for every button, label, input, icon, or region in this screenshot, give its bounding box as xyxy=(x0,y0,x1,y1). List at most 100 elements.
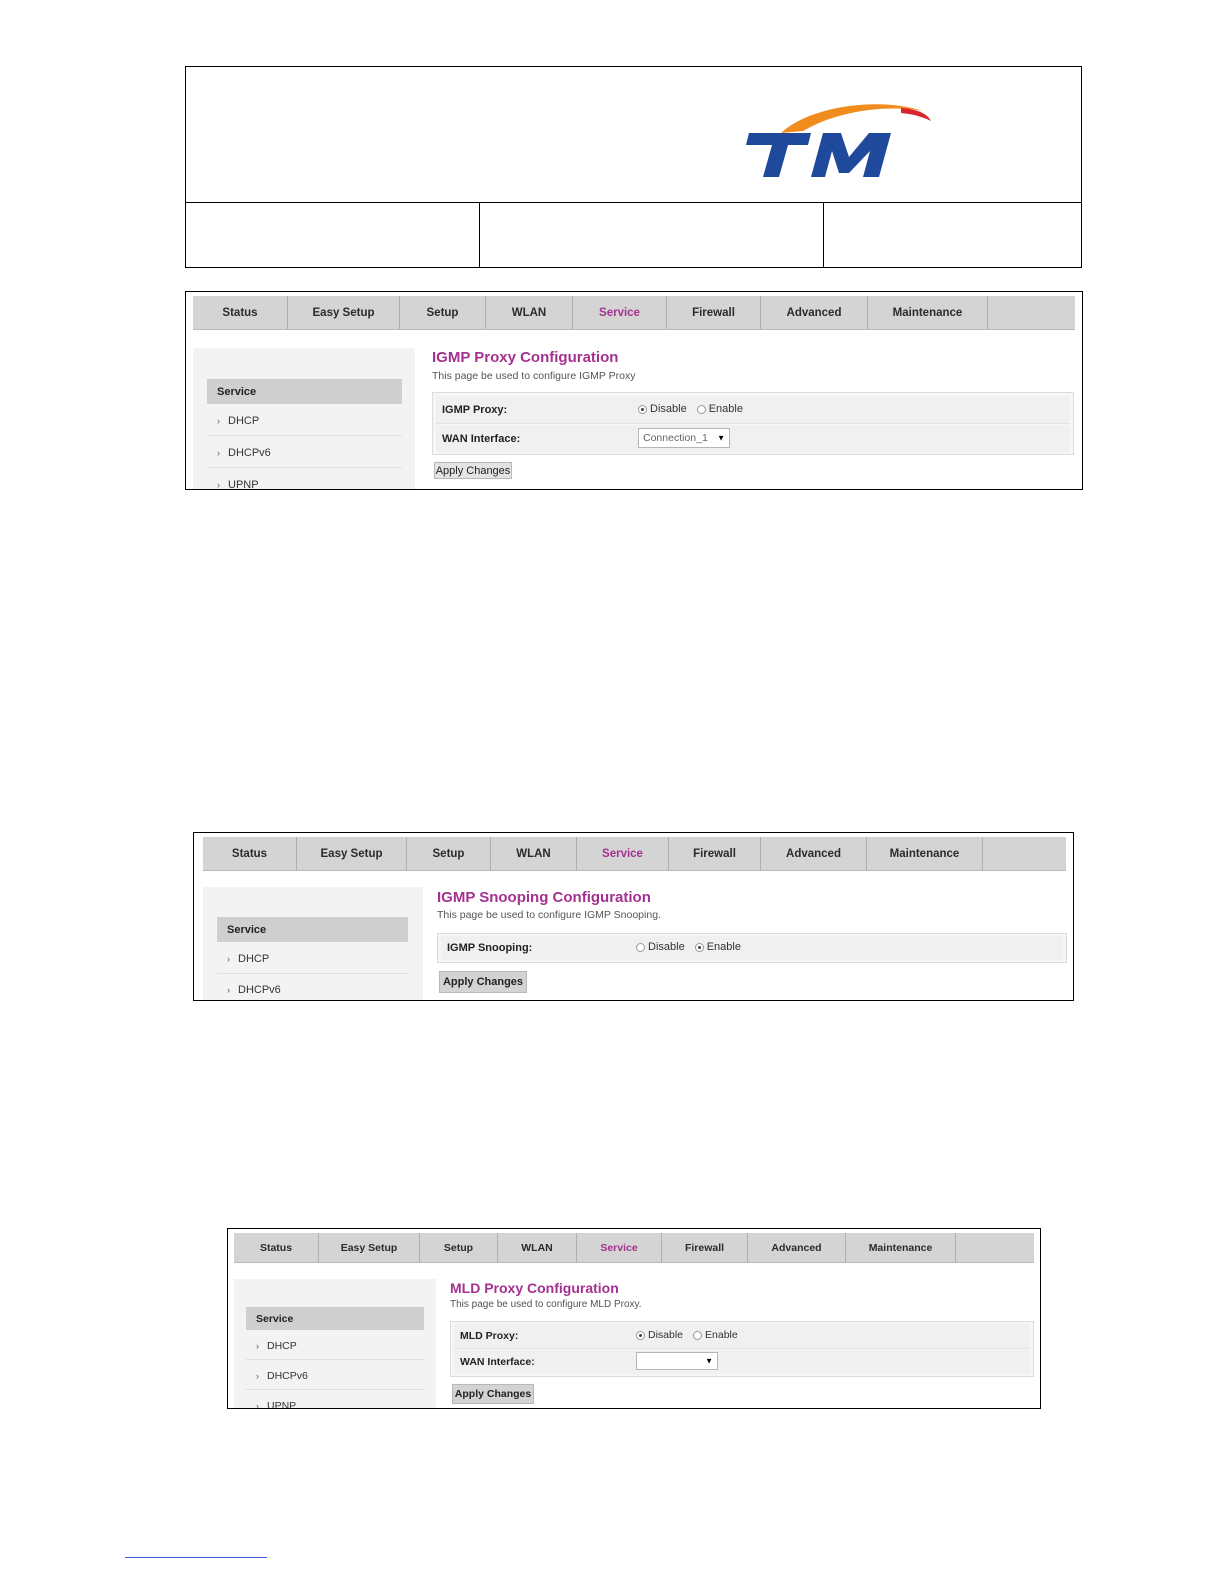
disable-label: Disable xyxy=(648,941,685,953)
enable-radio[interactable] xyxy=(693,1330,703,1340)
sidebar-item-label: UPNP xyxy=(228,479,259,490)
chevron-right-icon: › xyxy=(227,985,230,995)
sidebar-item-upnp[interactable]: › UPNP xyxy=(207,470,402,490)
mld-proxy-row: MLD Proxy: Disable Enable xyxy=(454,1324,1030,1349)
nav-easy-setup[interactable]: Easy Setup xyxy=(288,296,400,329)
nav-wlan[interactable]: WLAN xyxy=(498,1233,577,1262)
sidebar-item-dhcpv6[interactable]: › DHCPv6 xyxy=(207,438,402,468)
igmp-snooping-label: IGMP Snooping: xyxy=(447,942,533,954)
page-title: MLD Proxy Configuration xyxy=(450,1280,619,1296)
wan-interface-select[interactable]: Connection_1 ▼ xyxy=(638,428,730,448)
sidebar-item-dhcp[interactable]: › DHCP xyxy=(207,406,402,436)
enable-label: Enable xyxy=(706,941,741,953)
chevron-right-icon: › xyxy=(217,447,220,458)
page-description: This page be used to configure IGMP Snoo… xyxy=(437,909,661,921)
nav-advanced[interactable]: Advanced xyxy=(761,296,868,329)
chevron-right-icon: › xyxy=(227,953,230,964)
sidebar-item-label: DHCPv6 xyxy=(228,446,271,459)
config-form: IGMP Proxy: Disable Enable WAN Interface… xyxy=(432,392,1074,455)
enable-label: Enable xyxy=(708,403,743,415)
chevron-right-icon: › xyxy=(217,415,220,426)
top-nav: Status Easy Setup Setup WLAN Service Fir… xyxy=(203,837,1066,871)
nav-easy-setup[interactable]: Easy Setup xyxy=(319,1233,420,1262)
disable-radio[interactable] xyxy=(638,404,647,414)
chevron-right-icon: › xyxy=(217,480,220,490)
sidebar: Service › DHCP › DHCPv6 › UPNP xyxy=(234,1279,436,1409)
nav-wlan[interactable]: WLAN xyxy=(486,296,573,329)
disable-radio[interactable] xyxy=(636,942,645,952)
select-value: Connection_1 xyxy=(643,432,708,444)
mld-proxy-screenshot: Status Easy Setup Setup WLAN Service Fir… xyxy=(227,1228,1041,1409)
disable-label: Disable xyxy=(648,1329,684,1341)
sidebar: Service › DHCP › DHCPv6 › UPNP xyxy=(193,348,415,490)
chevron-right-icon: › xyxy=(256,1401,259,1409)
enable-label: Enable xyxy=(705,1329,738,1341)
apply-changes-button[interactable]: Apply Changes xyxy=(439,971,527,993)
nav-firewall[interactable]: Firewall xyxy=(667,296,761,329)
chevron-right-icon: › xyxy=(256,1370,259,1381)
enable-radio[interactable] xyxy=(696,404,706,414)
apply-changes-button[interactable]: Apply Changes xyxy=(434,462,512,479)
page-title: IGMP Snooping Configuration xyxy=(437,889,651,906)
wan-interface-label: WAN Interface: xyxy=(460,1356,535,1368)
nav-status[interactable]: Status xyxy=(203,837,297,870)
header-info-row xyxy=(186,203,1081,268)
sidebar-item-label: DHCP xyxy=(267,1339,297,1352)
nav-status[interactable]: Status xyxy=(234,1233,319,1262)
footnote-separator xyxy=(125,1557,267,1558)
sidebar-heading: Service xyxy=(207,379,402,404)
wan-interface-row: WAN Interface: Connection_1 ▼ xyxy=(436,425,1070,452)
dropdown-arrow-icon: ▼ xyxy=(717,433,725,443)
nav-advanced[interactable]: Advanced xyxy=(761,837,867,870)
page-description: This page be used to configure MLD Proxy… xyxy=(450,1299,642,1310)
nav-service[interactable]: Service xyxy=(577,837,669,870)
tm-logo xyxy=(746,104,931,177)
header-cell-1 xyxy=(186,203,480,268)
sidebar-item-dhcp[interactable]: › DHCP xyxy=(246,1332,424,1360)
sidebar-item-label: DHCP xyxy=(228,414,260,427)
mld-proxy-label: MLD Proxy: xyxy=(460,1330,519,1342)
config-form: MLD Proxy: Disable Enable WAN Interface:… xyxy=(450,1321,1034,1377)
nav-advanced[interactable]: Advanced xyxy=(748,1233,846,1262)
sidebar-item-dhcpv6[interactable]: › DHCPv6 xyxy=(246,1362,424,1390)
top-nav: Status Easy Setup Setup WLAN Service Fir… xyxy=(193,296,1075,330)
page-description: This page be used to configure IGMP Prox… xyxy=(432,370,636,382)
top-nav: Status Easy Setup Setup WLAN Service Fir… xyxy=(234,1233,1034,1263)
sidebar-heading: Service xyxy=(246,1307,424,1330)
nav-setup[interactable]: Setup xyxy=(400,296,486,329)
nav-setup[interactable]: Setup xyxy=(407,837,491,870)
nav-maintenance[interactable]: Maintenance xyxy=(846,1233,956,1262)
sidebar-item-label: DHCPv6 xyxy=(267,1369,308,1382)
apply-changes-button[interactable]: Apply Changes xyxy=(452,1384,534,1404)
document-header xyxy=(185,66,1082,268)
sidebar-item-dhcpv6[interactable]: › DHCPv6 xyxy=(217,976,408,1000)
nav-status[interactable]: Status xyxy=(193,296,288,329)
sidebar-item-label: DHCPv6 xyxy=(238,984,281,996)
nav-maintenance[interactable]: Maintenance xyxy=(868,296,988,329)
nav-maintenance[interactable]: Maintenance xyxy=(867,837,983,870)
wan-interface-select[interactable]: ▼ xyxy=(636,1352,718,1370)
sidebar-item-dhcp[interactable]: › DHCP xyxy=(217,944,408,974)
sidebar-item-upnp[interactable]: › UPNP xyxy=(246,1392,424,1409)
nav-easy-setup[interactable]: Easy Setup xyxy=(297,837,407,870)
enable-radio[interactable] xyxy=(694,942,704,952)
sidebar: Service › DHCP › DHCPv6 xyxy=(203,887,423,1000)
igmp-snooping-radio-group: Disable Enable xyxy=(636,941,751,953)
igmp-proxy-row: IGMP Proxy: Disable Enable xyxy=(436,396,1070,424)
nav-firewall[interactable]: Firewall xyxy=(669,837,761,870)
sidebar-heading: Service xyxy=(217,917,408,942)
nav-service[interactable]: Service xyxy=(577,1233,662,1262)
config-form: IGMP Snooping: Disable Enable xyxy=(437,933,1067,963)
nav-setup[interactable]: Setup xyxy=(420,1233,498,1262)
header-cell-2 xyxy=(480,203,824,268)
dropdown-arrow-icon: ▼ xyxy=(705,1356,713,1366)
igmp-proxy-radio-group: Disable Enable xyxy=(638,403,753,415)
nav-firewall[interactable]: Firewall xyxy=(662,1233,748,1262)
wan-interface-label: WAN Interface: xyxy=(442,433,521,445)
page-title: IGMP Proxy Configuration xyxy=(432,349,619,366)
header-cell-3 xyxy=(824,203,1082,268)
mld-proxy-radio-group: Disable Enable xyxy=(636,1329,748,1341)
disable-radio[interactable] xyxy=(636,1330,645,1340)
nav-service[interactable]: Service xyxy=(573,296,667,329)
nav-wlan[interactable]: WLAN xyxy=(491,837,577,870)
